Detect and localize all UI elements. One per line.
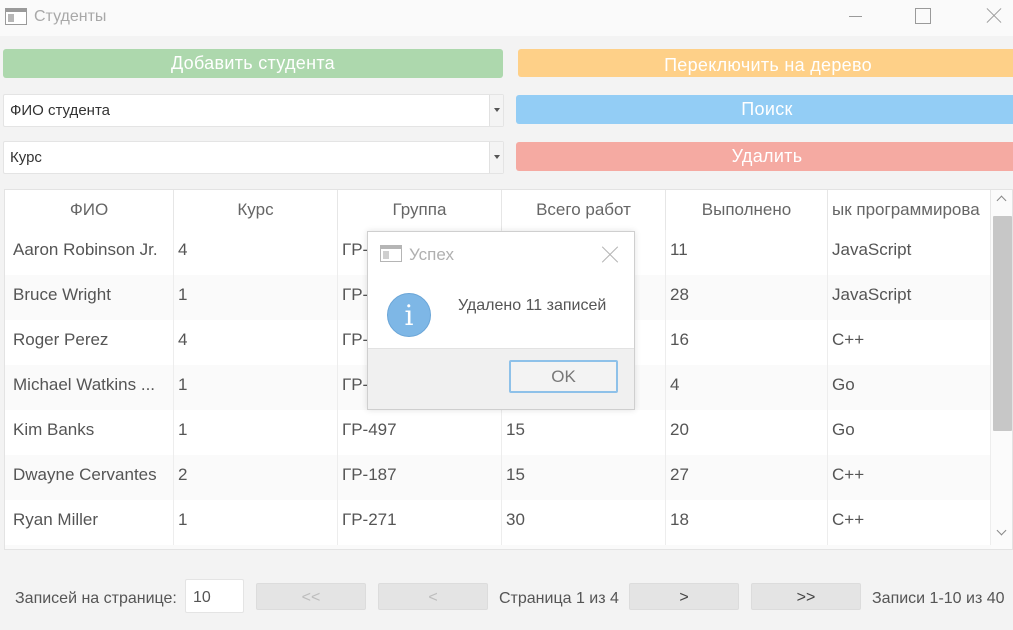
dialog-message: Удалено 11 записей xyxy=(458,297,607,314)
prev-page-button[interactable]: < xyxy=(378,583,488,610)
cell-completed: 18 xyxy=(666,500,828,545)
page-info: Страница 1 из 4 xyxy=(499,590,619,607)
info-icon: i xyxy=(387,293,431,337)
window-title: Студенты xyxy=(34,8,107,25)
table-row[interactable]: Ryan Miller 1 ГР-271 30 18 C++ xyxy=(5,500,991,545)
cell-fio: Roger Perez xyxy=(5,320,174,365)
table-header: ФИО Курс Группа Всего работ Выполнено ык… xyxy=(5,190,1012,230)
cell-kurs: 4 xyxy=(174,320,338,365)
dialog-title: Успех xyxy=(409,245,454,264)
cell-kurs: 1 xyxy=(174,275,338,320)
success-dialog: Успех i Удалено 11 записей OK xyxy=(367,231,635,410)
switch-to-tree-button[interactable]: Переключить на дерево xyxy=(518,49,1013,77)
cell-language: Go xyxy=(828,365,991,410)
column-header-total-works[interactable]: Всего работ xyxy=(502,190,666,230)
cell-language: Go xyxy=(828,410,991,455)
fio-combo-value: ФИО студента xyxy=(10,102,110,119)
column-header-completed[interactable]: Выполнено xyxy=(666,190,828,230)
table-row[interactable]: Kim Banks 1 ГР-497 15 20 Go xyxy=(5,410,991,455)
kurs-combo-value: Курс xyxy=(10,149,42,166)
next-page-button[interactable]: > xyxy=(629,583,739,610)
cell-language: C++ xyxy=(828,455,991,500)
cell-language: JavaScript xyxy=(828,230,991,275)
chevron-down-icon[interactable] xyxy=(489,142,503,173)
window-titlebar: Студенты xyxy=(0,0,1013,36)
minimize-icon[interactable] xyxy=(832,0,878,34)
cell-kurs: 1 xyxy=(174,365,338,410)
table-row[interactable]: Dwayne Cervantes 2 ГР-187 15 27 C++ xyxy=(5,455,991,500)
cell-kurs: 4 xyxy=(174,230,338,275)
cell-fio: Bruce Wright xyxy=(5,275,174,320)
dialog-body: i Удалено 11 записей xyxy=(368,276,634,349)
scroll-up-icon[interactable] xyxy=(997,197,1007,203)
column-header-kurs[interactable]: Курс xyxy=(174,190,338,230)
cell-total-works: 30 xyxy=(502,500,666,545)
page-size-input[interactable]: 10 xyxy=(185,579,244,613)
cell-language: C++ xyxy=(828,500,991,545)
page-size-label: Записей на странице: xyxy=(15,590,177,607)
dialog-window-icon xyxy=(380,245,402,262)
cell-group: ГР-187 xyxy=(338,455,502,500)
dialog-close-icon[interactable] xyxy=(596,241,622,267)
fio-combo[interactable]: ФИО студента xyxy=(3,94,504,127)
cell-kurs: 1 xyxy=(174,500,338,545)
close-icon[interactable] xyxy=(970,0,1013,34)
column-header-fio[interactable]: ФИО xyxy=(5,190,174,230)
cell-total-works: 15 xyxy=(502,455,666,500)
cell-completed: 28 xyxy=(666,275,828,320)
ok-button[interactable]: OK xyxy=(509,360,618,393)
cell-completed: 20 xyxy=(666,410,828,455)
column-header-language[interactable]: ык программирова xyxy=(828,190,991,230)
app-window-icon xyxy=(5,8,27,25)
last-page-button[interactable]: >> xyxy=(751,583,861,610)
column-header-group[interactable]: Группа xyxy=(338,190,502,230)
cell-language: JavaScript xyxy=(828,275,991,320)
scroll-down-icon[interactable] xyxy=(997,530,1007,536)
cell-group: ГР-271 xyxy=(338,500,502,545)
search-button[interactable]: Поиск xyxy=(516,95,1013,124)
cell-kurs: 1 xyxy=(174,410,338,455)
add-student-button[interactable]: Добавить студента xyxy=(3,49,503,78)
delete-button[interactable]: Удалить xyxy=(516,142,1013,171)
cell-fio: Aaron Robinson Jr. xyxy=(5,230,174,275)
first-page-button[interactable]: << xyxy=(256,583,366,610)
cell-completed: 4 xyxy=(666,365,828,410)
cell-language: C++ xyxy=(828,320,991,365)
chevron-down-icon[interactable] xyxy=(489,95,503,126)
cell-completed: 11 xyxy=(666,230,828,275)
cell-group: ГР-497 xyxy=(338,410,502,455)
scroll-thumb[interactable] xyxy=(993,216,1012,431)
pagination-bar: Записей на странице: 10 << < Страница 1 … xyxy=(0,578,1013,614)
cell-fio: Ryan Miller xyxy=(5,500,174,545)
cell-fio: Dwayne Cervantes xyxy=(5,455,174,500)
cell-total-works: 15 xyxy=(502,410,666,455)
records-info: Записи 1-10 из 40 xyxy=(872,590,1005,607)
cell-kurs: 2 xyxy=(174,455,338,500)
cell-completed: 27 xyxy=(666,455,828,500)
cell-fio: Michael Watkins ... xyxy=(5,365,174,410)
cell-fio: Kim Banks xyxy=(5,410,174,455)
maximize-icon[interactable] xyxy=(900,0,946,34)
kurs-combo[interactable]: Курс xyxy=(3,141,504,174)
dialog-titlebar: Успех xyxy=(368,232,634,276)
vertical-scrollbar[interactable] xyxy=(991,190,1012,549)
table-row[interactable] xyxy=(5,545,991,549)
switch-to-tree-label: Переключить на дерево xyxy=(664,55,872,75)
cell-completed: 16 xyxy=(666,320,828,365)
